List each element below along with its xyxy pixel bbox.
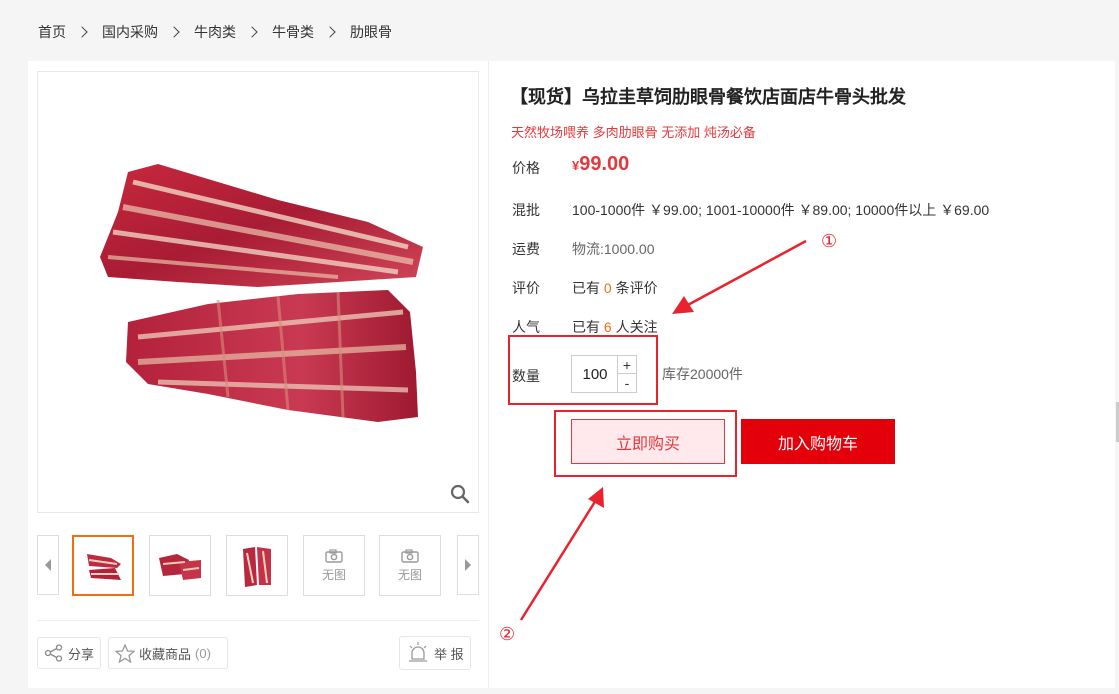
- breadcrumb-beef[interactable]: 牛肉类: [194, 22, 236, 42]
- stock-count: 库存20000件: [662, 366, 743, 382]
- price-label: 价格: [512, 160, 540, 176]
- popularity-count: 6: [603, 319, 612, 335]
- annotation-buy-box: [554, 410, 737, 477]
- thumbnail-2[interactable]: [149, 535, 211, 596]
- reviews-value: 已有 0 条评价: [572, 278, 658, 298]
- product-subtitle: 天然牧场喂养 多肉肋眼骨 无添加 炖汤必备: [511, 125, 756, 140]
- alarm-icon: [409, 642, 427, 662]
- main-product-image[interactable]: [37, 71, 479, 513]
- chevron-right-icon: [168, 26, 180, 38]
- share-icon: [44, 644, 63, 662]
- caret-left-icon: [45, 559, 51, 571]
- wholesale-label: 混批: [512, 202, 540, 218]
- product-title: 【现货】乌拉圭草饲肋眼骨餐饮店面店牛骨头批发: [510, 87, 906, 107]
- annotation-number-1: ①: [821, 231, 838, 251]
- price-number: 99.00: [579, 153, 630, 175]
- camera-icon: [401, 548, 419, 563]
- thumbnail-5[interactable]: 无图: [379, 535, 441, 596]
- thumbnail-prev-button[interactable]: [37, 535, 59, 595]
- popularity-value: 已有 6 人关注: [572, 317, 658, 337]
- breadcrumb: 首页 国内采购 牛肉类 牛骨类 肋眼骨: [38, 22, 392, 42]
- shipping-label: 运费: [512, 241, 540, 257]
- chevron-right-icon: [246, 26, 258, 38]
- favorite-label: 收藏商品: [139, 646, 192, 662]
- wholesale-tiers: 100-1000件 ￥99.00; 1001-10000件 ￥89.00; 10…: [572, 202, 990, 218]
- report-label: 举 报: [434, 646, 464, 662]
- reviews-label: 评价: [512, 280, 540, 296]
- annotation-number-2: ②: [499, 624, 516, 644]
- reviews-suffix: 条评价: [615, 280, 658, 296]
- shipping-value: 物流:1000.00: [572, 241, 655, 257]
- thumbnail-3[interactable]: [226, 535, 288, 596]
- divider: [37, 620, 479, 621]
- popularity-prefix: 已有: [572, 319, 600, 335]
- zoom-icon[interactable]: [450, 484, 470, 504]
- favorite-count: (0): [195, 645, 211, 661]
- chevron-right-icon: [324, 26, 336, 38]
- share-label: 分享: [68, 646, 95, 662]
- camera-icon: [325, 548, 343, 563]
- breadcrumb-home[interactable]: 首页: [38, 22, 66, 42]
- breadcrumb-rib-eye-bone[interactable]: 肋眼骨: [350, 22, 392, 42]
- thumbnail-4[interactable]: 无图: [303, 535, 365, 596]
- price-value: ¥99.00: [572, 153, 629, 176]
- no-image-label: 无图: [321, 567, 346, 582]
- add-to-cart-button[interactable]: 加入购物车: [741, 419, 895, 464]
- star-icon: [115, 643, 135, 663]
- reviews-prefix: 已有: [572, 280, 600, 296]
- reviews-count[interactable]: 0: [604, 280, 612, 296]
- divider: [488, 61, 489, 688]
- thumbnail-next-button[interactable]: [457, 535, 479, 595]
- rib-meat-thumbnail: [159, 553, 201, 580]
- rib-meat-image: [100, 164, 423, 422]
- popularity-label: 人气: [512, 319, 540, 335]
- rib-meat-thumbnail: [243, 546, 271, 587]
- caret-right-icon: [465, 559, 471, 571]
- annotation-quantity-box: [508, 335, 658, 405]
- breadcrumb-beef-bone[interactable]: 牛骨类: [272, 22, 314, 42]
- report-button[interactable]: 举 报: [399, 636, 471, 670]
- breadcrumb-domestic[interactable]: 国内采购: [102, 22, 158, 42]
- share-button[interactable]: 分享: [37, 637, 101, 669]
- chevron-right-icon: [76, 26, 88, 38]
- no-image-label: 无图: [397, 567, 422, 582]
- rib-meat-thumbnail: [87, 553, 121, 580]
- popularity-suffix: 人关注: [615, 319, 658, 335]
- favorite-button[interactable]: 收藏商品 (0): [108, 637, 228, 669]
- thumbnail-1[interactable]: [72, 535, 134, 596]
